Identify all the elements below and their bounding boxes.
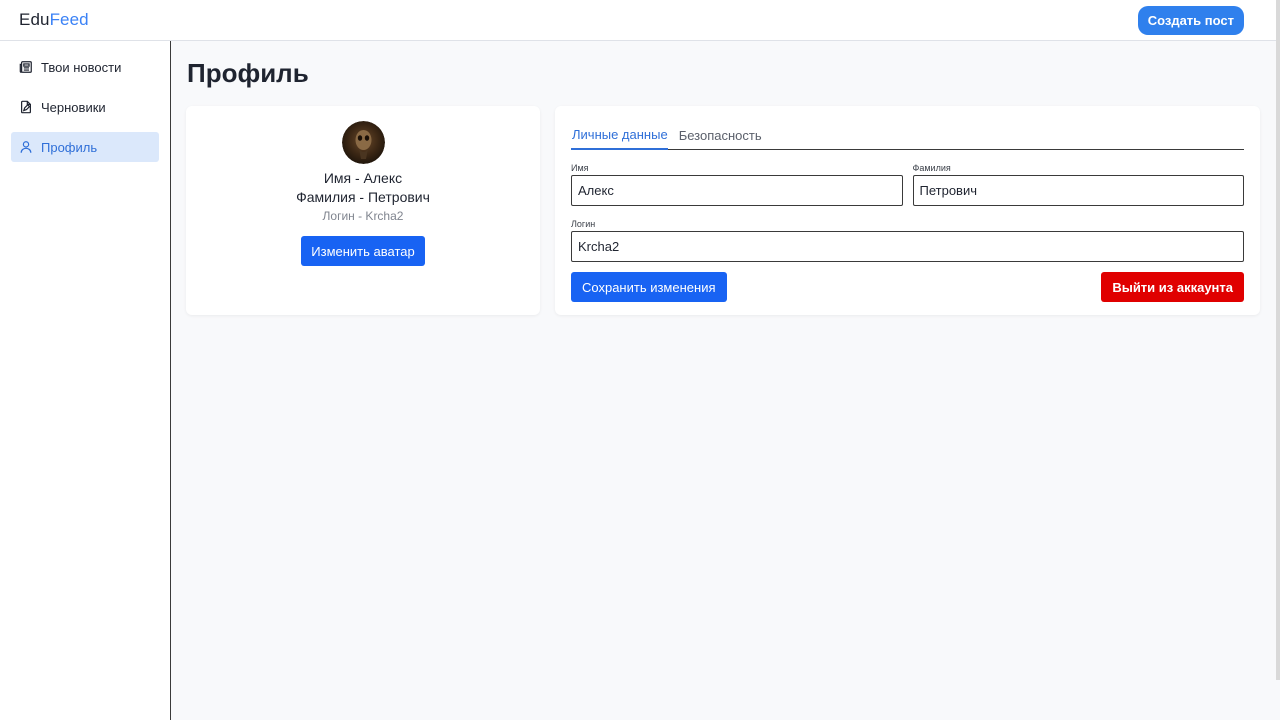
login-input[interactable]: [571, 231, 1244, 262]
logout-button[interactable]: Выйти из аккаунта: [1101, 272, 1244, 302]
first-name-input[interactable]: [571, 175, 903, 206]
profile-settings-card: Личные данные Безопасность Имя Фамилия Л…: [555, 106, 1260, 315]
last-name-input[interactable]: [912, 175, 1244, 206]
user-icon: [20, 141, 32, 153]
sidebar-item-drafts[interactable]: Черновики: [11, 92, 159, 122]
sidebar-item-label: Черновики: [41, 99, 106, 115]
sidebar-item-label: Профиль: [41, 139, 98, 155]
page-scrollbar[interactable]: [1276, 0, 1280, 680]
avatar: [341, 121, 385, 164]
profile-name-text: Имя - Алекс: [323, 170, 403, 186]
first-name-field-group: Имя: [571, 150, 903, 206]
tab-personal-data[interactable]: Личные данные: [571, 127, 668, 150]
sidebar-item-news[interactable]: Твои новости: [11, 52, 159, 82]
first-name-label: Имя: [571, 163, 589, 173]
last-name-label: Фамилия: [912, 163, 951, 173]
sidebar-item-profile[interactable]: Профиль: [11, 132, 159, 162]
avatar-image: [341, 121, 385, 164]
settings-tabs: Личные данные Безопасность: [571, 106, 1244, 150]
draft-icon: [21, 100, 31, 114]
last-name-field-group: Фамилия: [912, 150, 1244, 206]
create-post-button[interactable]: Создать пост: [1137, 5, 1244, 35]
sidebar-item-label: Твои новости: [41, 59, 122, 75]
logo-text-edu: Edu: [19, 10, 50, 29]
top-bar: EduFeed Создать пост: [0, 0, 1276, 41]
page-title: Профиль: [187, 58, 309, 88]
profile-login-text: Логин - Krcha2: [322, 209, 404, 223]
login-field-group: Логин: [571, 219, 1244, 262]
logo-text-feed: Feed: [49, 10, 89, 29]
profile-surname-text: Фамилия - Петрович: [296, 189, 430, 205]
app-logo[interactable]: EduFeed: [19, 10, 89, 30]
save-changes-button[interactable]: Сохранить изменения: [571, 272, 727, 302]
profile-summary-card: Имя - Алекс Фамилия - Петрович Логин - K…: [186, 106, 540, 315]
login-label: Логин: [571, 219, 596, 229]
change-avatar-button[interactable]: Изменить аватар: [301, 236, 425, 266]
sidebar: Твои новости Черновики Профиль: [0, 41, 171, 720]
tab-security[interactable]: Безопасность: [678, 128, 762, 149]
newspaper-icon: [19, 61, 32, 73]
